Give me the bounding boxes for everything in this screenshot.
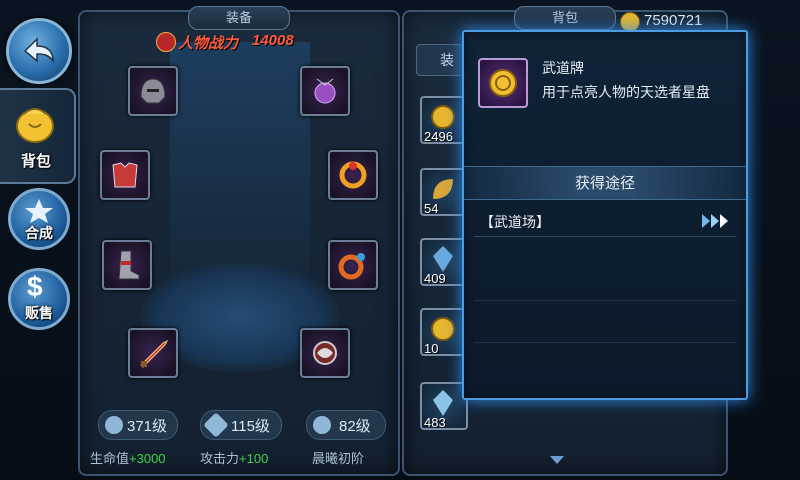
hp-level-value: 371级 bbox=[127, 418, 168, 435]
attack-level-badge: 115级 bbox=[200, 410, 282, 440]
amulet-icon bbox=[314, 78, 336, 104]
source-label: 【武道场】 bbox=[480, 214, 550, 230]
obtain-title: 获得途径 bbox=[574, 175, 635, 192]
hp-stat-label: 生命值+3000 bbox=[90, 451, 166, 466]
dawn-level-badge: 82级 bbox=[306, 410, 386, 440]
scroll-down-icon[interactable] bbox=[550, 456, 564, 464]
emblem-icon bbox=[313, 341, 337, 365]
item-detail-popup: 武道牌 用于点亮人物的天选者星盘 获得途径 【武道场】 bbox=[462, 30, 748, 400]
bag-icon bbox=[16, 108, 54, 143]
bag-slot-count: 483 bbox=[424, 415, 446, 430]
item-name: 武道牌 bbox=[542, 60, 584, 76]
bracelet-icon bbox=[338, 253, 365, 280]
equip-slot-helmet[interactable] bbox=[128, 66, 178, 116]
item-icon-frame bbox=[478, 58, 528, 108]
bag-slot-count: 409 bbox=[424, 271, 446, 286]
boots-icon bbox=[118, 250, 140, 280]
equip-slot-armor[interactable] bbox=[100, 150, 150, 200]
attack-icon bbox=[203, 412, 229, 438]
bag-slot[interactable]: 54 bbox=[420, 168, 468, 216]
go-arrow-icon bbox=[702, 214, 728, 228]
source-row-martial-arena[interactable]: 【武道场】 bbox=[474, 206, 736, 237]
martial-token-icon bbox=[489, 69, 517, 97]
star-icon bbox=[25, 199, 53, 223]
equip-slot-bracelet[interactable] bbox=[328, 240, 378, 290]
equip-slot-boots[interactable] bbox=[102, 240, 152, 290]
currency-value: 7590721 bbox=[644, 12, 703, 29]
attack-stat-label: 攻击力+100 bbox=[200, 451, 269, 466]
equip-slot-weapon[interactable] bbox=[128, 328, 178, 378]
nav-label-synthesize: 合成 bbox=[25, 225, 53, 241]
bag-slot-count: 54 bbox=[424, 201, 439, 216]
nav-tab-bag[interactable]: 背包 bbox=[0, 88, 76, 184]
equip-slot-ring[interactable] bbox=[328, 150, 378, 200]
back-arrow-icon bbox=[23, 37, 54, 64]
item-description: 用于点亮人物的天选者星盘 bbox=[542, 84, 710, 100]
ring-icon bbox=[339, 161, 367, 189]
dollar-icon: $ bbox=[27, 271, 43, 302]
divider bbox=[474, 342, 736, 343]
medal-icon bbox=[431, 105, 455, 129]
bag-slot[interactable]: 409 bbox=[420, 238, 468, 286]
divider bbox=[474, 300, 736, 301]
nav-label-sell: 贩售 bbox=[25, 305, 53, 321]
hp-level-badge: 371级 bbox=[98, 410, 178, 440]
sword-icon bbox=[140, 339, 169, 368]
nav-tab-sell[interactable]: $ 贩售 bbox=[8, 268, 70, 330]
back-button[interactable] bbox=[6, 18, 72, 84]
power-value: 14008 bbox=[252, 32, 294, 49]
power-label: 人物战力 bbox=[178, 35, 239, 52]
hp-bonus: +3000 bbox=[129, 451, 166, 466]
coin-icon bbox=[620, 12, 640, 32]
medal-icon bbox=[431, 317, 455, 341]
nav-tab-synthesize[interactable]: 合成 bbox=[8, 188, 70, 250]
leaf-icon bbox=[433, 179, 453, 199]
bag-slot-count: 10 bbox=[424, 341, 439, 356]
bag-slot[interactable]: 483 bbox=[420, 382, 468, 430]
equipment-panel: 装备 人物战力 14008 371级 生命值+3000 115级 攻击力+100 bbox=[78, 6, 400, 476]
bag-slot[interactable]: 2496 bbox=[420, 96, 468, 144]
bag-slot[interactable]: 10 bbox=[420, 308, 468, 356]
equipment-panel-title: 装备 bbox=[188, 6, 290, 30]
nav-label-bag: 背包 bbox=[20, 153, 51, 170]
power-icon bbox=[156, 32, 176, 52]
dawn-stat-label: 晨曦初阶 bbox=[312, 451, 365, 466]
crystal-icon bbox=[433, 390, 453, 416]
bag-slot-count: 2496 bbox=[424, 129, 453, 144]
helmet-icon bbox=[140, 78, 166, 104]
equip-slot-amulet[interactable] bbox=[300, 66, 350, 116]
bag-panel-title: 背包 bbox=[514, 6, 616, 30]
dawn-icon bbox=[313, 416, 331, 434]
equip-slot-offhand[interactable] bbox=[300, 328, 350, 378]
attack-bonus: +100 bbox=[239, 451, 269, 466]
crystal-icon bbox=[433, 246, 453, 272]
dawn-level-value: 82级 bbox=[339, 418, 371, 435]
armor-icon bbox=[112, 162, 138, 188]
attack-level-value: 115级 bbox=[231, 418, 270, 435]
heart-icon bbox=[105, 416, 123, 434]
